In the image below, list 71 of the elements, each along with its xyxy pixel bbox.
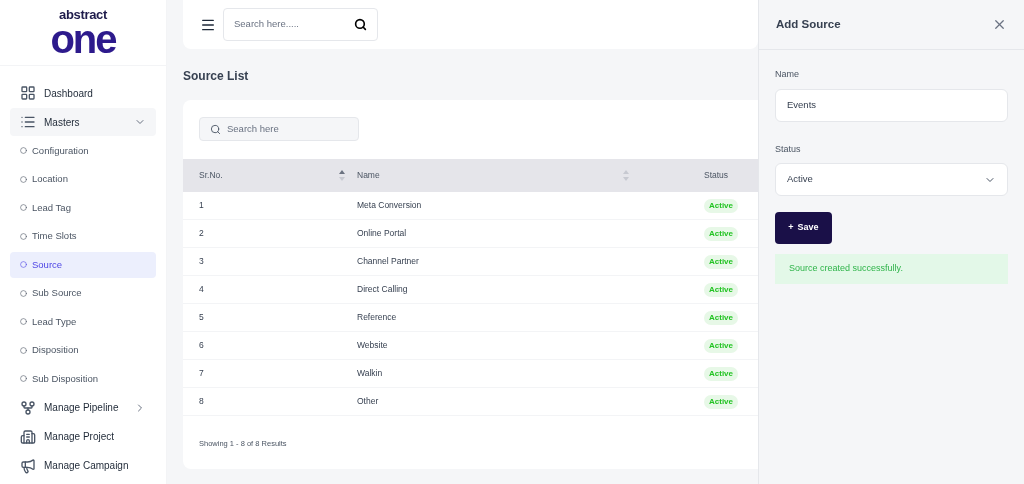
sidebar-item[interactable]: Manage Campaign <box>10 451 156 480</box>
table-cell-text: Meta Conversion <box>357 199 423 212</box>
column-header[interactable]: Sr.No. <box>183 169 357 182</box>
submenu-item[interactable]: Lead Tag <box>10 194 156 221</box>
submenu-item[interactable]: Disposition <box>10 337 156 364</box>
circle-icon <box>20 147 27 155</box>
table-cell-text: 5 <box>198 311 205 324</box>
submenu-item[interactable]: Sub Disposition <box>10 365 156 392</box>
table-cell-text: Walkin <box>357 367 384 380</box>
sidebar-item[interactable]: Masters <box>10 108 156 136</box>
table-cell-text: 8 <box>198 395 205 408</box>
sidebar-item[interactable]: Manage Pipeline <box>10 393 156 422</box>
table-cell-text: Website <box>357 339 389 352</box>
column-header[interactable]: Status <box>704 169 729 182</box>
status-badge: Active <box>704 254 738 269</box>
search-icon <box>210 123 221 135</box>
status-badge: Active <box>704 310 738 325</box>
table-cell-text: 1 <box>198 199 205 212</box>
status-badge: Active <box>704 226 738 241</box>
submenu-item[interactable]: Time Slots <box>10 223 156 250</box>
table-cell-text: Other <box>357 395 380 408</box>
submenu-item[interactable]: Sub Source <box>10 280 156 307</box>
close-icon[interactable] <box>992 17 1007 32</box>
name-input-field[interactable]: Events <box>775 88 1008 122</box>
submenu-item[interactable]: Configuration <box>10 137 156 164</box>
page-title: Source List <box>183 68 250 85</box>
table-cell-text: 7 <box>198 367 205 380</box>
status-badge: Active <box>704 198 738 213</box>
status-select[interactable]: Active <box>775 163 1008 196</box>
success-message: Source created successfully. <box>775 254 1008 284</box>
table-search-field[interactable]: Search here <box>199 117 359 141</box>
circle-icon <box>20 204 27 212</box>
submenu-item[interactable]: Source <box>10 251 156 278</box>
table-cell-text: Reference <box>357 311 398 324</box>
panel-title: Add Source <box>776 16 841 32</box>
grid-icon <box>20 85 36 101</box>
logo-wordmark: one <box>50 21 116 57</box>
branch-icon <box>20 399 36 416</box>
circle-icon <box>20 232 27 240</box>
status-badge: Active <box>704 394 738 409</box>
sidebar-item[interactable]: Manage Project <box>10 422 156 451</box>
search-field[interactable]: Search here..... <box>223 8 378 41</box>
status-badge: Active <box>704 366 738 381</box>
circle-icon <box>20 175 27 183</box>
table-cell-text: Online Portal <box>357 227 408 240</box>
status-badge: Active <box>704 338 738 353</box>
circle-icon <box>20 289 27 297</box>
circle-icon <box>20 318 27 326</box>
field-label: Status <box>775 142 802 156</box>
table-cell-text: 6 <box>198 339 205 352</box>
sort-icon[interactable] <box>339 170 345 181</box>
field-label: Name <box>775 68 800 81</box>
table-cell-text: Channel Partner <box>357 255 420 268</box>
save-button[interactable]: + Save <box>775 212 832 244</box>
table-cell-text: 3 <box>198 255 205 268</box>
table-cell-text: 4 <box>198 283 205 296</box>
column-header[interactable]: Name <box>357 169 704 182</box>
submenu-item[interactable]: Location <box>10 166 156 193</box>
circle-icon <box>20 261 27 269</box>
submenu-item[interactable]: Lead Type <box>10 308 156 335</box>
list-icon <box>20 114 36 130</box>
circle-icon <box>20 346 27 354</box>
building-icon <box>20 428 36 445</box>
table-cell-text: Direct Calling <box>357 283 409 296</box>
sidebar-item[interactable]: Dashboard <box>10 79 156 107</box>
search-icon[interactable] <box>354 18 367 31</box>
logo-text: abstract <box>59 8 107 21</box>
megaphone-icon <box>20 457 36 474</box>
status-badge: Active <box>704 282 738 297</box>
table-cell-text: 2 <box>198 227 205 240</box>
circle-icon <box>20 375 27 383</box>
